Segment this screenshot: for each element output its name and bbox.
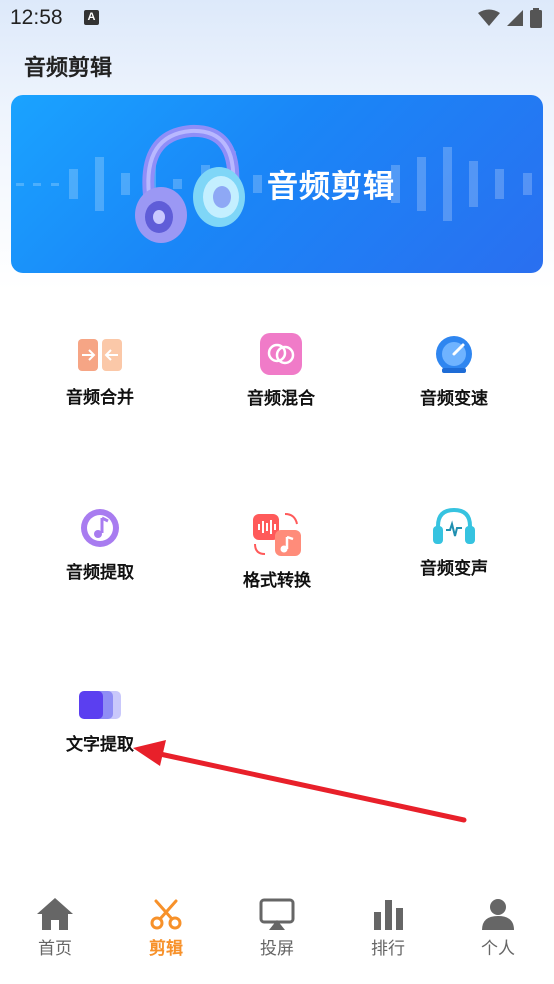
page-title: 音频剪辑 bbox=[24, 56, 113, 81]
audio-edit-banner: 音频剪辑 bbox=[11, 95, 543, 273]
tool-text-extract[interactable]: 文字提取 bbox=[35, 688, 165, 755]
home-icon bbox=[37, 898, 73, 930]
nav-label: 排行 bbox=[371, 939, 405, 959]
tool-audio-speed[interactable]: 音频变速 bbox=[389, 334, 519, 409]
speed-icon bbox=[436, 336, 472, 373]
mix-icon bbox=[260, 333, 302, 375]
tool-label: 格式转换 bbox=[243, 571, 311, 591]
text-extract-icon bbox=[79, 691, 121, 719]
signal-icon bbox=[507, 10, 523, 26]
nav-edit[interactable]: 剪辑 bbox=[116, 896, 216, 959]
nav-cast[interactable]: 投屏 bbox=[227, 896, 327, 959]
nav-label: 个人 bbox=[481, 939, 515, 959]
banner-title: 音频剪辑 bbox=[267, 169, 395, 205]
tool-audio-merge[interactable]: 音频合并 bbox=[35, 335, 165, 408]
cast-icon bbox=[259, 898, 295, 930]
tool-label: 音频合并 bbox=[66, 388, 134, 408]
extract-icon bbox=[81, 509, 119, 547]
bottom-nav: 首页 剪辑 投屏 排行 个人 bbox=[0, 888, 554, 984]
tool-label: 音频混合 bbox=[247, 389, 315, 409]
bar-chart-icon bbox=[374, 900, 403, 930]
person-icon bbox=[482, 899, 514, 930]
status-icons bbox=[478, 8, 542, 28]
headphones-icon bbox=[135, 124, 245, 243]
tool-voice-change[interactable]: 音频变声 bbox=[389, 506, 519, 579]
status-bar: 12:58 A bbox=[0, 0, 554, 38]
tool-format-convert[interactable]: 格式转换 bbox=[212, 510, 342, 591]
merge-icon bbox=[78, 339, 122, 371]
tool-label: 音频提取 bbox=[66, 563, 134, 583]
voice-change-icon bbox=[433, 507, 475, 544]
nav-profile[interactable]: 个人 bbox=[448, 896, 548, 959]
nav-home[interactable]: 首页 bbox=[5, 896, 105, 959]
tool-label: 音频变速 bbox=[420, 389, 488, 409]
notification-a-icon: A bbox=[84, 10, 99, 25]
nav-label: 首页 bbox=[38, 939, 72, 959]
convert-icon bbox=[253, 513, 301, 556]
tool-audio-mix[interactable]: 音频混合 bbox=[216, 332, 346, 409]
nav-ranking[interactable]: 排行 bbox=[338, 896, 438, 959]
tool-label: 文字提取 bbox=[66, 735, 134, 755]
wifi-icon bbox=[478, 9, 500, 26]
battery-icon bbox=[530, 8, 542, 28]
nav-label: 投屏 bbox=[260, 939, 294, 959]
nav-label: 剪辑 bbox=[149, 939, 183, 959]
tool-audio-extract[interactable]: 音频提取 bbox=[35, 506, 165, 583]
status-time: 12:58 bbox=[10, 6, 63, 29]
tool-label: 音频变声 bbox=[420, 559, 488, 579]
scissors-icon bbox=[150, 899, 182, 930]
